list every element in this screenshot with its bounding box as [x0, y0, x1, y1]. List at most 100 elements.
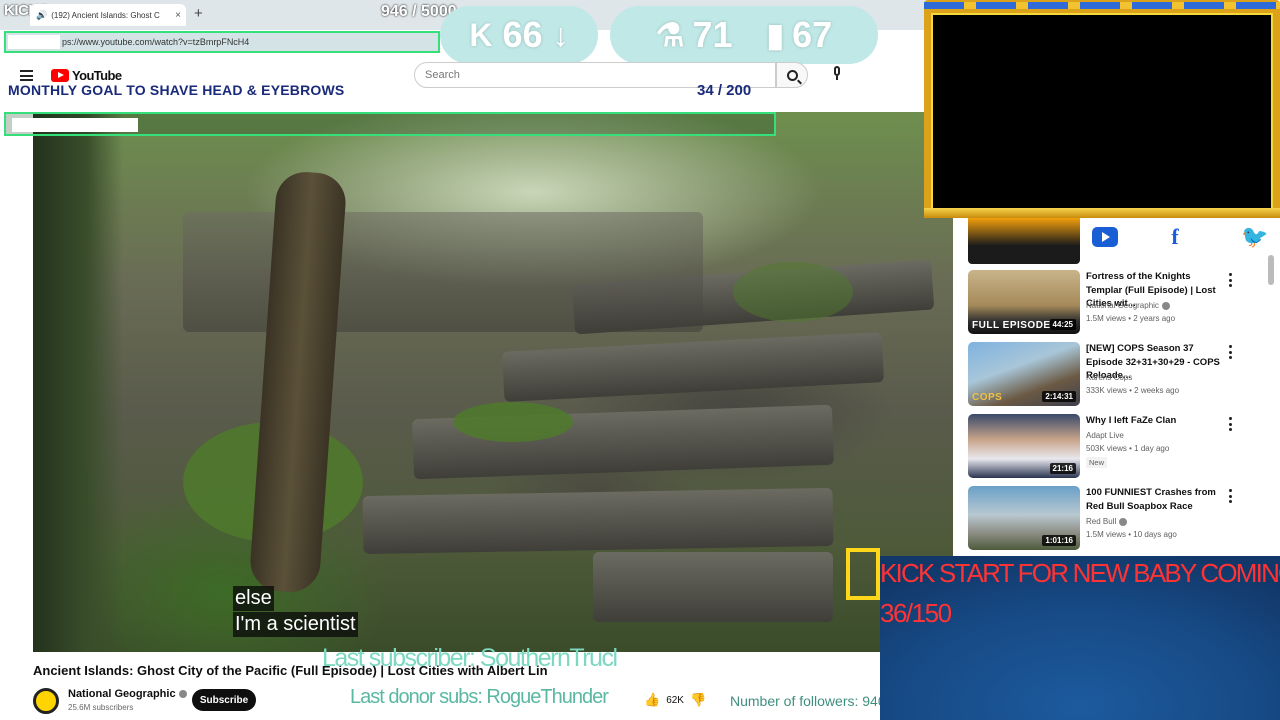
- stone-wall: [183, 212, 703, 332]
- subscribe-button[interactable]: Subscribe: [192, 689, 256, 711]
- youtube-wordmark: YouTube: [72, 68, 122, 83]
- list-item[interactable]: 1:01:16 100 FUNNIEST Crashes from Red Bu…: [968, 484, 1268, 556]
- channel-name[interactable]: National Geographic: [68, 688, 187, 700]
- webcam-area: [931, 13, 1273, 211]
- kicks-value: 66: [502, 14, 543, 55]
- highlight-box: [846, 548, 880, 600]
- stats-pill: ⚗ 71 ▮ 67: [610, 6, 878, 64]
- viewers-value: 67: [792, 14, 833, 55]
- verified-icon: [1119, 517, 1128, 526]
- thumbnail-badge: FULL EPISODE: [972, 320, 1051, 331]
- goal-progress-fill: [12, 118, 138, 132]
- video-title[interactable]: 100 FUNNIEST Crashes from Red Bull Soapb…: [1086, 486, 1222, 513]
- kick-logo-icon: K: [469, 16, 493, 53]
- video-player[interactable]: else I'm a scientist: [33, 112, 953, 652]
- video-duration: 2:14:31: [1042, 391, 1076, 402]
- search-icon: [786, 69, 798, 81]
- hamburger-menu-icon[interactable]: [20, 70, 33, 81]
- youtube-logo[interactable]: YouTube: [51, 68, 122, 83]
- browser-tab[interactable]: 🔊 (192) Ancient Islands: Ghost C ×: [30, 4, 186, 26]
- social-strip-banner: [968, 218, 1080, 264]
- kickstart-title: KICK START FOR NEW BABY COMING IN APRIL: [880, 558, 1280, 588]
- video-thumbnail[interactable]: 1:01:16: [968, 486, 1080, 550]
- new-badge: New: [1086, 457, 1108, 468]
- recommendations-list: FULL EPISODE 44:25 Fortress of the Knigh…: [968, 268, 1268, 556]
- microphone-icon[interactable]: [832, 66, 842, 82]
- channel-name-text: National Geographic: [68, 688, 176, 700]
- search-button[interactable]: [776, 62, 808, 88]
- new-tab-button[interactable]: +: [194, 5, 203, 22]
- stream-screen: KICKS 🔊 (192) Ancient Islands: Ghost C ×…: [0, 0, 1280, 720]
- video-duration: 44:25: [1049, 319, 1076, 330]
- kickstart-count: 36/150: [880, 598, 952, 628]
- address-url: ps://www.youtube.com/watch?v=tzBmrpFNcH4: [62, 37, 250, 47]
- youtube-social-icon: [1090, 222, 1120, 252]
- video-title[interactable]: Why I left FaZe Clan: [1086, 414, 1222, 428]
- channel-name: Adapt Live: [1086, 431, 1124, 440]
- basalt-stone: [362, 487, 834, 555]
- address-bar-redaction: [8, 35, 60, 49]
- last-donor-overlay: Last donor subs: RogueThunder: [350, 686, 609, 708]
- kickstart-panel: KICK START FOR NEW BABY COMING IN APRIL …: [880, 556, 1280, 720]
- caption-line: I'm a scientist: [233, 612, 358, 637]
- channel-avatar[interactable]: [33, 688, 59, 714]
- twitter-icon: 🐦: [1241, 224, 1269, 249]
- facebook-icon: f: [1171, 224, 1179, 249]
- video-meta: 333K views • 2 weeks ago: [1086, 386, 1180, 395]
- sidebar-scrollbar[interactable]: [1268, 255, 1274, 285]
- verified-icon: [1161, 301, 1170, 310]
- speaker-icon: 🔊: [36, 9, 48, 20]
- bar-chart-icon: ▮: [766, 17, 785, 53]
- list-item[interactable]: 21:16 Why I left FaZe Clan Adapt Live 50…: [968, 412, 1268, 484]
- flask-icon: ⚗: [655, 17, 685, 53]
- close-tab-icon[interactable]: ×: [175, 10, 186, 21]
- more-options-icon[interactable]: [1228, 489, 1232, 503]
- verified-icon: [178, 690, 187, 699]
- kicks-pill: K 66 ↓: [440, 6, 598, 64]
- followers-value: 71: [692, 14, 733, 55]
- tab-title: (192) Ancient Islands: Ghost C: [51, 10, 160, 20]
- video-duration: 1:01:16: [1042, 535, 1076, 546]
- webcam-frame: [924, 0, 1280, 218]
- more-options-icon[interactable]: [1228, 417, 1232, 431]
- like-count: 62K: [666, 694, 684, 706]
- basalt-stone: [501, 332, 885, 402]
- channel-name: Red Bull: [1086, 517, 1128, 526]
- video-meta: 1.5M views • 10 days ago: [1086, 530, 1177, 539]
- video-captions: else I'm a scientist: [233, 586, 358, 638]
- list-item[interactable]: FULL EPISODE 44:25 Fortress of the Knigh…: [968, 268, 1268, 340]
- video-thumbnail[interactable]: 21:16: [968, 414, 1080, 478]
- caption-line: else: [233, 586, 274, 611]
- social-strip: f 🐦: [968, 218, 1280, 264]
- thumbnail-badge: COPS: [972, 392, 1003, 403]
- video-duration: 21:16: [1049, 463, 1076, 474]
- like-dislike-group[interactable]: 👍 62K 👎: [644, 690, 706, 710]
- more-options-icon[interactable]: [1228, 273, 1232, 287]
- video-thumbnail[interactable]: FULL EPISODE 44:25: [968, 270, 1080, 334]
- list-item[interactable]: COPS 2:14:31 [NEW] COPS Season 37 Episod…: [968, 340, 1268, 412]
- channel-name: National Geographic: [1086, 301, 1170, 310]
- channel-subscribers: 25.6M subscribers: [68, 703, 134, 712]
- youtube-play-icon: [51, 69, 69, 82]
- goal-progress-bar: [4, 112, 776, 136]
- video-meta: 1.5M views • 2 years ago: [1086, 314, 1176, 323]
- dislike-icon[interactable]: 👎: [690, 692, 706, 708]
- video-thumbnail[interactable]: COPS 2:14:31: [968, 342, 1080, 406]
- arrow-down-icon: ↓: [552, 16, 569, 53]
- webcam-frame-decoration: [924, 2, 1280, 9]
- video-meta: 503K views • 1 day ago: [1086, 444, 1170, 453]
- monthly-goal-count: 34 / 200: [697, 82, 752, 99]
- moss-clump: [733, 262, 853, 322]
- foreground-leaves: [33, 112, 123, 652]
- channel-name: Karens Cops: [1086, 373, 1133, 382]
- basalt-stone: [593, 552, 833, 622]
- moss-clump: [453, 402, 573, 442]
- monthly-goal-text: MONTHLY GOAL TO SHAVE HEAD & EYEBROWS: [8, 82, 345, 98]
- like-icon[interactable]: 👍: [644, 692, 660, 708]
- more-options-icon[interactable]: [1228, 345, 1232, 359]
- followers-overlay: Number of followers: 940: [730, 693, 886, 709]
- address-bar[interactable]: ps://www.youtube.com/watch?v=tzBmrpFNcH4: [4, 31, 440, 53]
- webcam-frame-lip: [924, 208, 1280, 218]
- last-subscriber-overlay: Last subscriber: SouthernTrucl: [322, 644, 618, 672]
- search-placeholder: Search: [425, 69, 460, 81]
